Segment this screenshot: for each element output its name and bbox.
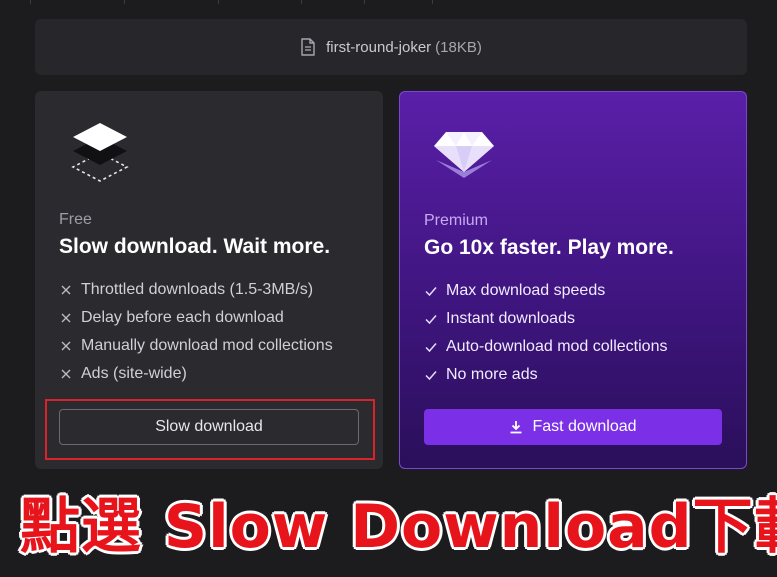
premium-feature-text: Max download speeds [446, 282, 606, 299]
premium-tier-label: Premium [424, 212, 489, 229]
free-feature-text: Manually download mod collections [81, 337, 333, 354]
cross-icon [61, 369, 71, 379]
free-feature-text: Ads (site-wide) [81, 365, 187, 382]
premium-feature-text: No more ads [446, 366, 538, 383]
top-tab-dividers [0, 0, 777, 4]
free-feature-item: Throttled downloads (1.5-3MB/s) [59, 276, 333, 304]
cross-icon [61, 285, 71, 295]
fast-download-label: Fast download [532, 418, 637, 435]
diamond-icon [434, 132, 494, 178]
file-size: (18KB) [435, 38, 482, 56]
check-icon [425, 371, 437, 381]
free-feature-text: Throttled downloads (1.5-3MB/s) [81, 281, 314, 298]
premium-tier-title: Go 10x faster. Play more. [424, 236, 674, 259]
premium-feature-text: Instant downloads [446, 310, 575, 327]
premium-tier-card: Premium Go 10x faster. Play more. Max do… [399, 91, 747, 469]
free-tier-title: Slow download. Wait more. [59, 235, 331, 258]
free-feature-text: Delay before each download [81, 309, 284, 326]
file-icon [301, 38, 315, 56]
check-icon [425, 315, 437, 325]
free-feature-list: Throttled downloads (1.5-3MB/s) Delay be… [59, 276, 333, 388]
cross-icon [61, 313, 71, 323]
cross-icon [61, 341, 71, 351]
file-name: first-round-joker [326, 38, 432, 56]
free-tier-label: Free [59, 211, 92, 228]
free-feature-item: Delay before each download [59, 304, 333, 332]
file-info-bar: first-round-joker (18KB) [35, 19, 747, 75]
check-icon [425, 343, 437, 353]
highlight-annotation-box [45, 399, 375, 460]
premium-feature-list: Max download speeds Instant downloads Au… [424, 277, 667, 389]
download-icon [510, 421, 522, 434]
premium-feature-item: Instant downloads [424, 305, 667, 333]
premium-feature-item: No more ads [424, 361, 667, 389]
free-feature-item: Ads (site-wide) [59, 360, 333, 388]
fast-download-button[interactable]: Fast download [424, 409, 722, 445]
layers-icon [71, 123, 129, 182]
instruction-caption: 點選 Slow Download下載 [20, 491, 777, 562]
premium-feature-text: Auto-download mod collections [446, 338, 668, 355]
premium-feature-item: Max download speeds [424, 277, 667, 305]
free-feature-item: Manually download mod collections [59, 332, 333, 360]
check-icon [425, 287, 437, 297]
premium-feature-item: Auto-download mod collections [424, 333, 667, 361]
